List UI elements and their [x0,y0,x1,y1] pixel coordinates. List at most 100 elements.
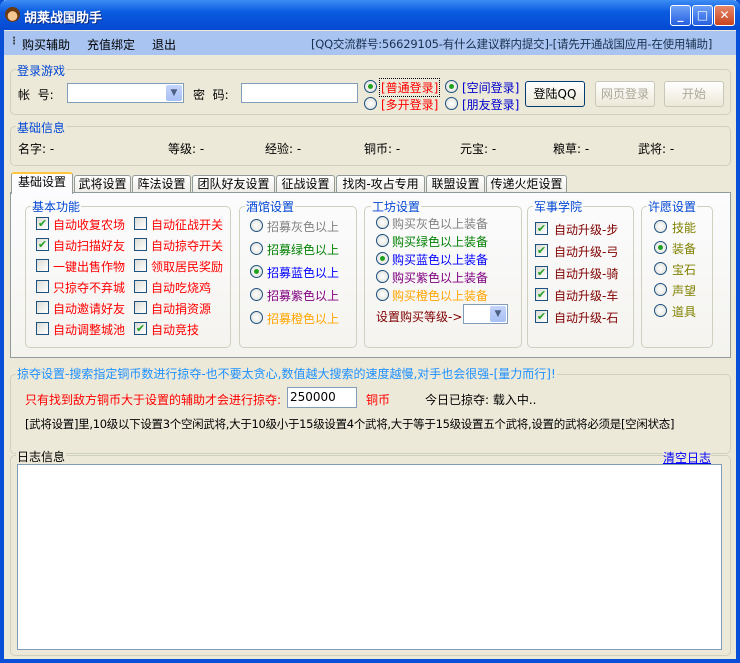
workshop-option-label[interactable]: 购买紫色以上装备 [392,269,488,286]
password-input[interactable] [241,83,358,103]
academy-item-label[interactable]: 自动升级-车 [554,287,618,304]
workshop-option-label[interactable]: 购买蓝色以上装备 [392,251,488,268]
basic-function-label[interactable]: 自动竞技 [151,321,199,338]
plunder-threshold-label: 只有找到敌方铜币大于设置的辅助才会进行掠夺: [25,393,282,407]
workshop-radio[interactable] [376,216,389,229]
basic-function-label[interactable]: 只掠夺不弃城 [53,279,125,296]
workshop-option-label[interactable]: 购买灰色以上装备 [392,215,488,232]
wish-option-label[interactable]: 装备 [672,240,696,257]
wish-option-label[interactable]: 声望 [672,282,696,299]
academy-checkbox[interactable]: ✔ [535,222,548,235]
tavern-radio[interactable] [250,288,263,301]
close-button[interactable]: ✕ [714,5,735,26]
tavern-radio[interactable] [250,311,263,324]
radio-multi-login[interactable] [364,97,377,110]
tavern-option-label[interactable]: 招募灰色以上 [267,218,339,235]
info-field-value: - [296,142,302,156]
basic-function-label[interactable]: 自动收复农场 [53,216,125,233]
tavern-radio[interactable] [250,242,263,255]
wish-radio[interactable] [654,283,667,296]
normal-login-label[interactable]: [普通登录] [379,78,441,97]
basic-function-label[interactable]: 自动调整城池 [53,321,125,338]
academy-item-label[interactable]: 自动升级-步 [554,221,618,238]
academy-checkbox[interactable]: ✔ [535,310,548,323]
basic-function-label[interactable]: 自动邀请好友 [53,300,125,317]
workshop-radio[interactable] [376,270,389,283]
chevron-down-icon[interactable]: ▼ [490,306,506,322]
wish-radio[interactable] [654,304,667,317]
basic-function-label[interactable]: 一键出售作物 [53,258,125,275]
checkbox[interactable] [134,280,147,293]
friend-login-label[interactable]: [朋友登录] [462,96,519,113]
workshop-radio[interactable] [376,288,389,301]
checkbox[interactable] [134,217,147,230]
radio-friend-login[interactable] [445,97,458,110]
academy-checkbox[interactable]: ✔ [535,244,548,257]
workshop-radio[interactable] [376,252,389,265]
basic-function-label[interactable]: 自动扫描好友 [53,237,125,254]
workshop-radio[interactable] [376,234,389,247]
checkbox[interactable]: ✔ [36,217,49,230]
tavern-label: 酒馆设置 [245,198,296,215]
plunder-threshold-input[interactable]: 250000 [287,387,357,408]
academy-checkbox[interactable]: ✔ [535,266,548,279]
info-field-label: 名字: [18,142,47,156]
radio-normal-login[interactable] [364,80,377,93]
start-button[interactable]: 开始 [664,81,724,107]
wish-option-label[interactable]: 技能 [672,219,696,236]
basic-function-label[interactable]: 自动征战开关 [151,216,223,233]
info-field: 等级: - [168,140,204,157]
academy-checkbox[interactable]: ✔ [535,288,548,301]
wish-option-label[interactable]: 宝石 [672,261,696,278]
workshop-option-label[interactable]: 购买橙色以上装备 [392,287,488,304]
tavern-option-label[interactable]: 招募蓝色以上 [267,264,339,281]
tavern-option-label[interactable]: 招募紫色以上 [267,287,339,304]
title-bar[interactable]: 胡莱战国助手 _ □ ✕ [0,0,740,30]
wish-option-label[interactable]: 道具 [672,303,696,320]
checkbox[interactable]: ✔ [36,238,49,251]
checkbox[interactable] [36,259,49,272]
minimize-button[interactable]: _ [670,5,691,26]
academy-item-label[interactable]: 自动升级-骑 [554,265,618,282]
basic-function-label[interactable]: 自动吃烧鸡 [151,279,211,296]
info-field-value: - [584,142,590,156]
info-field-label: 武将: [638,142,667,156]
radio-qzone-login[interactable] [445,80,458,93]
menu-recharge[interactable]: 充值绑定 [87,36,135,53]
account-combobox[interactable]: ▼ [67,83,184,103]
wish-radio[interactable] [654,220,667,233]
basic-function-label[interactable]: 自动掠夺开关 [151,237,223,254]
academy-item-label[interactable]: 自动升级-石 [554,309,618,326]
academy-item-label[interactable]: 自动升级-弓 [554,243,618,260]
checkbox[interactable]: ✔ [134,322,147,335]
workshop-option-label[interactable]: 购买绿色以上装备 [392,233,488,250]
checkbox[interactable] [36,280,49,293]
checkbox[interactable] [134,238,147,251]
buy-level-combobox[interactable]: ▼ [463,304,508,324]
tavern-option-label[interactable]: 招募橙色以上 [267,310,339,327]
wish-label: 许愿设置 [647,198,698,215]
basic-function-label[interactable]: 领取居民奖励 [151,258,223,275]
checkbox[interactable] [36,301,49,314]
academy-label: 军事学院 [533,198,584,215]
menu-exit[interactable]: 退出 [152,36,176,53]
multi-login-label[interactable]: [多开登录] [381,96,438,113]
tab-0[interactable]: 基础设置 [11,172,73,194]
wish-radio[interactable] [654,241,667,254]
wish-radio[interactable] [654,262,667,275]
tavern-radio[interactable] [250,265,263,278]
log-textarea[interactable] [17,464,722,650]
password-label: 密 码: [193,88,229,102]
checkbox[interactable] [134,259,147,272]
tavern-radio[interactable] [250,219,263,232]
tavern-option-label[interactable]: 招募绿色以上 [267,241,339,258]
checkbox[interactable] [134,301,147,314]
checkbox[interactable] [36,322,49,335]
web-login-button[interactable]: 网页登录 [595,81,655,107]
qzone-login-label[interactable]: [空间登录] [462,79,519,96]
menu-buy[interactable]: 购买辅助 [22,36,70,53]
chevron-down-icon[interactable]: ▼ [166,85,182,101]
maximize-button[interactable]: □ [692,5,713,26]
login-qq-button[interactable]: 登陆QQ [525,81,585,107]
basic-function-label[interactable]: 自动捐资源 [151,300,211,317]
